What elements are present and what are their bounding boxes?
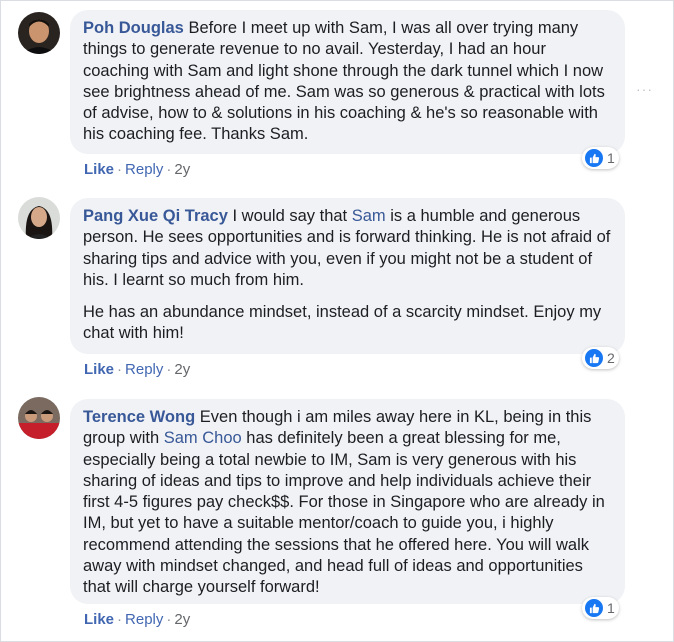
reaction-count-label: 1 (607, 600, 615, 616)
comment-actions: Like · Reply · 2y (84, 161, 191, 178)
like-link[interactable]: Like (84, 361, 114, 378)
comment-text: Poh Douglas Before I meet up with Sam, I… (83, 18, 612, 146)
timestamp[interactable]: 2y (174, 611, 190, 628)
thumbs-up-icon (585, 149, 603, 167)
reaction-count-label: 2 (607, 350, 615, 366)
comment-paragraph: Poh Douglas Before I meet up with Sam, I… (83, 18, 612, 146)
comment-text: Pang Xue Qi Tracy I would say that Sam i… (83, 206, 612, 345)
avatar[interactable] (18, 12, 60, 54)
comment-paragraph: Pang Xue Qi Tracy I would say that Sam i… (83, 206, 612, 291)
comment-text-run: has definitely been a great blessing for… (83, 429, 605, 597)
reaction-count[interactable]: 1 (582, 147, 619, 169)
like-link[interactable]: Like (84, 611, 114, 628)
thumbs-up-icon (585, 349, 603, 367)
mention-link[interactable]: Sam (352, 207, 386, 225)
comment-author-link[interactable]: Pang Xue Qi Tracy (83, 207, 228, 225)
more-options-icon[interactable]: ··· (636, 81, 653, 97)
comment-paragraph: He has an abundance mindset, instead of … (83, 302, 612, 345)
comment-text: Terence Wong Even though i am miles away… (83, 407, 612, 599)
avatar[interactable] (18, 397, 60, 439)
reaction-count-label: 1 (607, 150, 615, 166)
reply-link[interactable]: Reply (125, 361, 163, 378)
thumbs-up-icon (585, 599, 603, 617)
reaction-count[interactable]: 2 (582, 347, 619, 369)
comment-author-link[interactable]: Poh Douglas (83, 19, 184, 37)
comment-paragraph: Terence Wong Even though i am miles away… (83, 407, 612, 599)
reply-link[interactable]: Reply (125, 611, 163, 628)
timestamp[interactable]: 2y (174, 161, 190, 178)
comment-author-link[interactable]: Terence Wong (83, 408, 195, 426)
comment-actions: Like · Reply · 2y (84, 361, 191, 378)
comment-text-run: I would say that (232, 207, 352, 225)
comment-actions: Like · Reply · 2y (84, 611, 191, 628)
comment-text-run: Before I meet up with Sam, I was all ove… (83, 19, 605, 144)
comment-bubble: Poh Douglas Before I meet up with Sam, I… (70, 10, 625, 154)
reaction-count[interactable]: 1 (582, 597, 619, 619)
comment-bubble: Pang Xue Qi Tracy I would say that Sam i… (70, 198, 625, 354)
comment-text-run: He has an abundance mindset, instead of … (83, 303, 602, 343)
timestamp[interactable]: 2y (174, 361, 190, 378)
mention-link[interactable]: Sam Choo (164, 429, 242, 447)
comment-bubble: Terence Wong Even though i am miles away… (70, 399, 625, 604)
like-link[interactable]: Like (84, 161, 114, 178)
avatar[interactable] (18, 197, 60, 239)
reply-link[interactable]: Reply (125, 161, 163, 178)
